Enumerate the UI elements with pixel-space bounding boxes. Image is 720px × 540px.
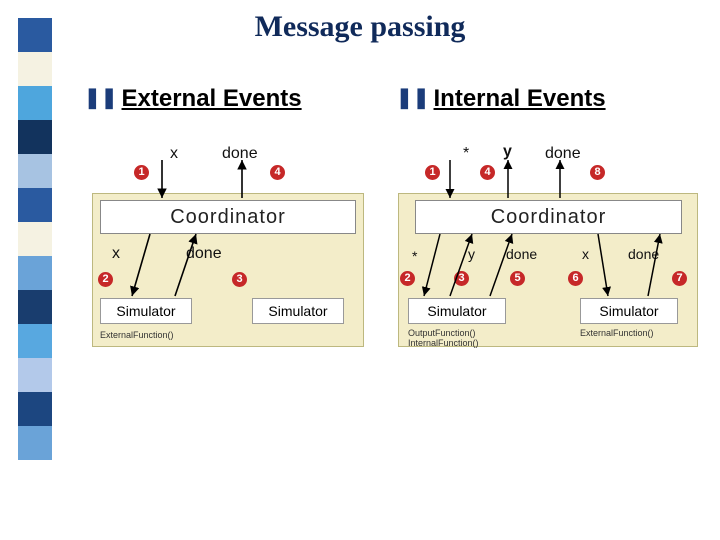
- num-5: 5: [510, 271, 525, 286]
- sidebar-sq: [18, 120, 52, 154]
- sidebar-sq: [18, 86, 52, 120]
- sidebar-sq: [18, 188, 52, 222]
- label-done-top-r: done: [545, 145, 581, 163]
- sidebar-sq: [18, 392, 52, 426]
- label-y-top: y: [503, 143, 512, 161]
- num-7: 7: [672, 271, 687, 286]
- fn-external-right: ExternalFunction(): [580, 328, 654, 338]
- sidebar-sq: [18, 426, 52, 460]
- fn-external-left: ExternalFunction(): [100, 330, 174, 340]
- label-star-top: *: [463, 145, 469, 163]
- bullet-icon: ❚❚: [396, 85, 430, 110]
- bullet-icon: ❚❚: [84, 85, 118, 110]
- label-star-mid: *: [412, 248, 417, 264]
- sidebar-sq: [18, 154, 52, 188]
- num-1: 1: [134, 165, 149, 180]
- sidebar-sq: [18, 222, 52, 256]
- coordinator-box-right: Coordinator: [415, 200, 682, 234]
- heading-external-text: External Events: [122, 85, 302, 112]
- label-done-top: done: [222, 145, 258, 163]
- label-x-top: x: [170, 145, 178, 163]
- label-done-mid-r: done: [506, 246, 537, 262]
- heading-internal: ❚❚Internal Events: [396, 85, 606, 113]
- num-3r: 3: [454, 271, 469, 286]
- label-y-mid: y: [468, 246, 475, 262]
- sidebar-sq: [18, 52, 52, 86]
- page-title: Message passing: [0, 10, 720, 44]
- simulator-box-right-2: Simulator: [580, 298, 678, 324]
- coordinator-box-left: Coordinator: [100, 200, 356, 234]
- label-done-mid-r2: done: [628, 246, 659, 262]
- num-3: 3: [232, 272, 247, 287]
- fn-outint: OutputFunction() InternalFunction(): [408, 328, 479, 348]
- label-x-mid-r: x: [582, 246, 589, 262]
- num-2r: 2: [400, 271, 415, 286]
- num-1r: 1: [425, 165, 440, 180]
- num-4r: 4: [480, 165, 495, 180]
- sidebar-stripes: [18, 18, 52, 460]
- num-2: 2: [98, 272, 113, 287]
- sidebar-sq: [18, 256, 52, 290]
- num-6: 6: [568, 271, 583, 286]
- label-done-mid: done: [186, 245, 222, 263]
- simulator-box-left-2: Simulator: [252, 298, 344, 324]
- label-x-mid: x: [112, 245, 120, 263]
- sidebar-sq: [18, 358, 52, 392]
- simulator-box-left-1: Simulator: [100, 298, 192, 324]
- heading-external: ❚❚External Events: [84, 85, 302, 113]
- simulator-box-right-1: Simulator: [408, 298, 506, 324]
- sidebar-sq: [18, 290, 52, 324]
- num-4: 4: [270, 165, 285, 180]
- heading-internal-text: Internal Events: [434, 85, 606, 112]
- sidebar-sq: [18, 324, 52, 358]
- num-8: 8: [590, 165, 605, 180]
